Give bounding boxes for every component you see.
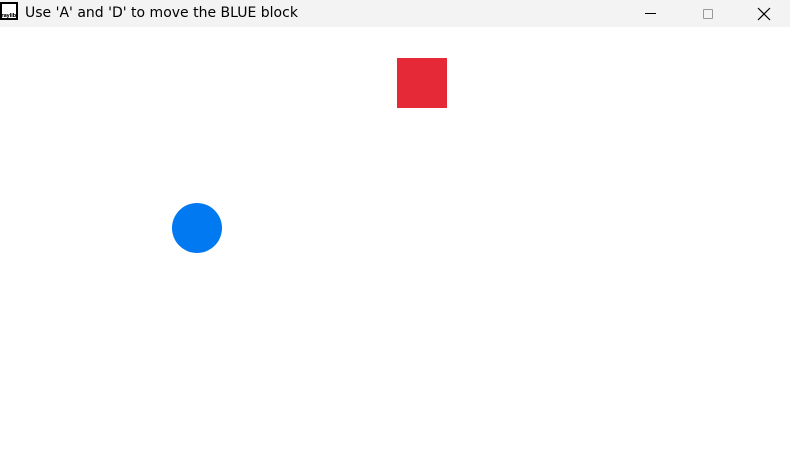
red-block <box>397 58 447 108</box>
window-title: Use 'A' and 'D' to move the BLUE block <box>25 5 298 21</box>
close-icon <box>757 7 770 20</box>
game-window: raylib Use 'A' and 'D' to move the BLUE … <box>0 0 790 470</box>
game-canvas[interactable] <box>0 27 790 470</box>
title-bar[interactable]: raylib Use 'A' and 'D' to move the BLUE … <box>0 0 790 27</box>
blue-ball <box>172 203 222 253</box>
raylib-icon: raylib <box>0 2 18 20</box>
maximize-button[interactable] <box>679 0 737 27</box>
maximize-icon <box>703 8 713 19</box>
minimize-icon <box>644 13 656 14</box>
close-button[interactable] <box>737 0 790 27</box>
raylib-icon-text: raylib <box>1 13 16 19</box>
minimize-button[interactable] <box>621 0 679 27</box>
